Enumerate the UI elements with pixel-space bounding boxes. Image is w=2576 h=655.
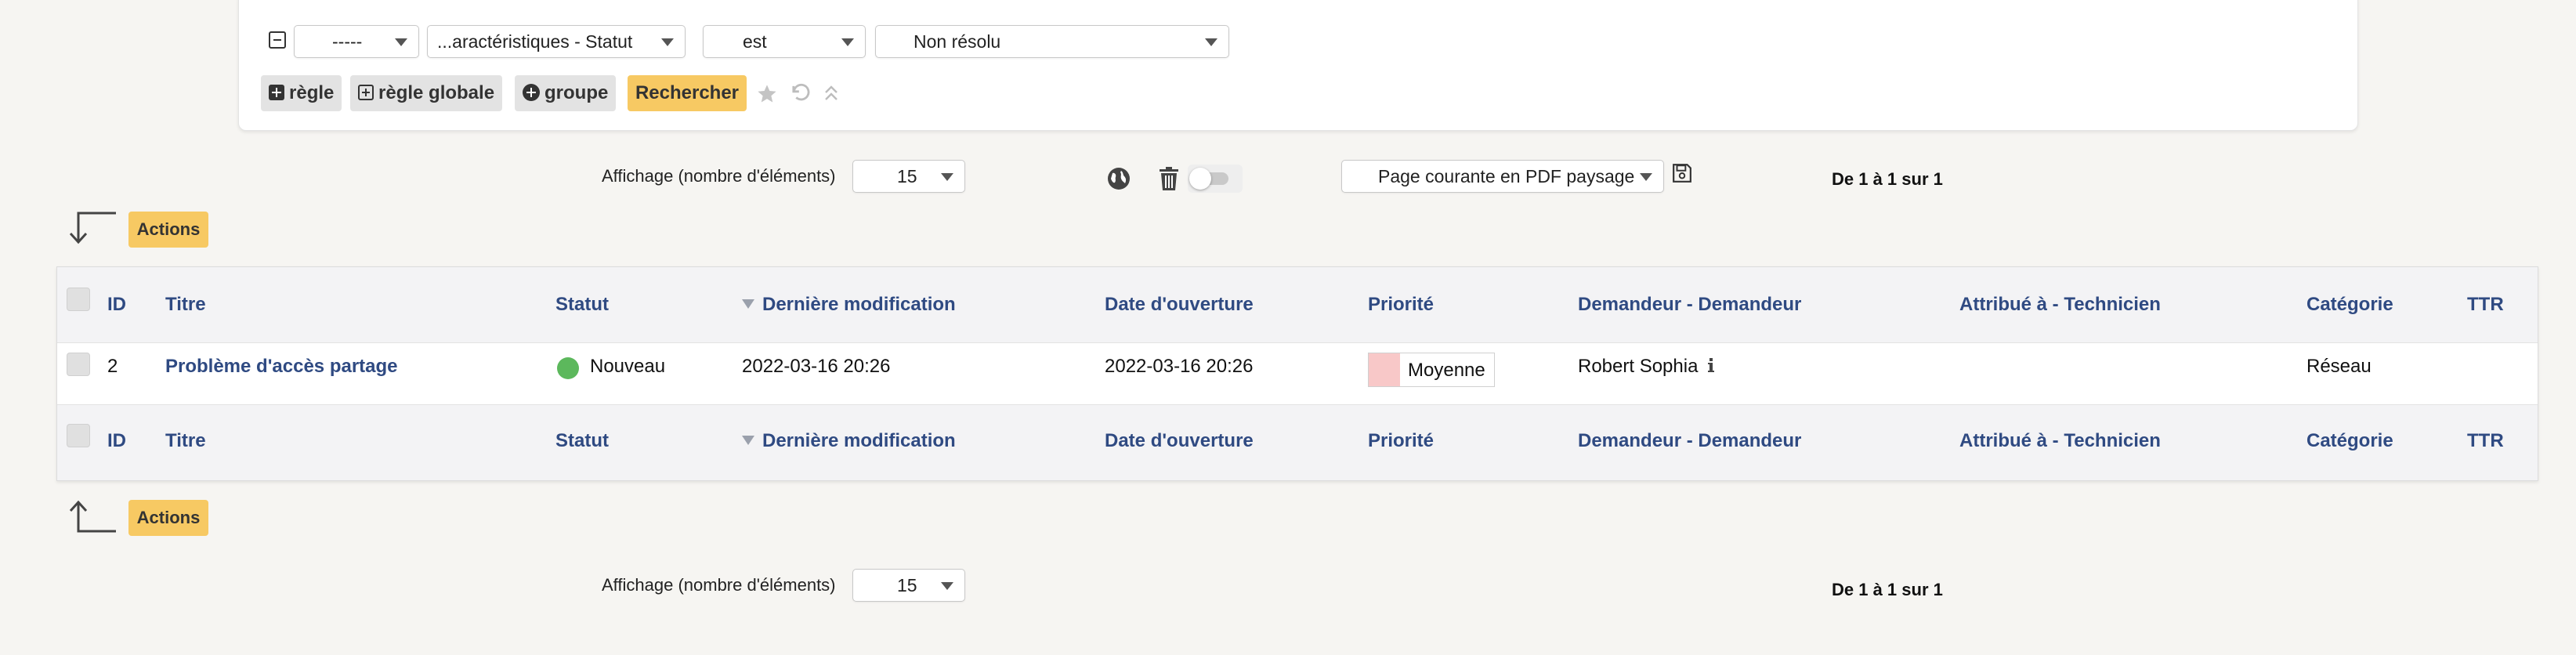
chevron-down-icon (661, 38, 674, 46)
column-footer-opened[interactable]: Date d'ouverture (1105, 430, 1254, 452)
display-count-label-bottom: Affichage (nombre d'éléments) (602, 575, 836, 595)
display-count-value: 15 (897, 166, 917, 186)
table-row: 2 Problème d'accès partage Nouveau 2022-… (57, 342, 2538, 405)
column-header-id[interactable]: ID (107, 294, 126, 316)
display-count-select[interactable]: 15 (852, 160, 965, 193)
cell-last-modified: 2022-03-16 20:26 (742, 356, 891, 377)
remove-criteria-icon[interactable] (269, 31, 286, 49)
criteria-field-value: ...aractéristiques - Statut (437, 31, 633, 52)
status-new-icon (557, 357, 579, 379)
search-criteria-panel: ----- ...aractéristiques - Statut est No… (238, 0, 2358, 131)
priority-color-swatch (1369, 353, 1400, 386)
column-header-ttr[interactable]: TTR (2467, 294, 2504, 316)
actions-button-top[interactable]: Actions (128, 212, 208, 248)
select-all-checkbox-footer[interactable] (67, 424, 90, 447)
column-header-last-modified[interactable]: Dernière modification (742, 294, 956, 316)
column-header-last-modified-label: Dernière modification (762, 294, 956, 315)
undo-icon[interactable] (789, 81, 811, 103)
save-export-icon[interactable] (1672, 163, 1692, 183)
column-footer-priority[interactable]: Priorité (1368, 430, 1434, 452)
requester-name: Robert Sophia (1578, 356, 1699, 377)
column-footer-last-modified-label: Dernière modification (762, 430, 956, 451)
trash-icon[interactable] (1158, 166, 1180, 191)
chevron-down-icon (395, 38, 407, 46)
cell-category: Réseau (2306, 356, 2372, 377)
column-header-opened[interactable]: Date d'ouverture (1105, 294, 1254, 316)
criteria-operator-select[interactable]: est (703, 25, 866, 58)
display-count-value-bottom: 15 (897, 575, 917, 595)
tickets-table: ID Titre Statut Dernière modification Da… (56, 266, 2538, 481)
criteria-link-select[interactable]: ----- (294, 25, 419, 58)
select-all-checkbox[interactable] (67, 288, 90, 311)
add-rule-button[interactable]: règle (261, 75, 342, 111)
ticket-title-link[interactable]: Problème d'accès partage (165, 356, 398, 378)
column-header-technician[interactable]: Attribué à - Technicien (1959, 294, 2161, 316)
column-footer-title[interactable]: Titre (165, 430, 206, 452)
column-footer-last-modified[interactable]: Dernière modification (742, 430, 956, 452)
criteria-value-select[interactable]: Non résolu (875, 25, 1229, 58)
display-count-label: Affichage (nombre d'éléments) (602, 166, 836, 186)
chevron-down-icon (1205, 38, 1217, 46)
criteria-operator-value: est (743, 31, 767, 52)
chevron-down-icon (1640, 173, 1652, 181)
pagination-range-top: De 1 à 1 sur 1 (1832, 169, 1943, 189)
plus-circle-icon (523, 84, 540, 101)
actions-button-bottom[interactable]: Actions (128, 500, 208, 536)
chevron-down-icon (941, 173, 953, 181)
add-global-rule-label: règle globale (378, 82, 495, 103)
criteria-field-select[interactable]: ...aractéristiques - Statut (427, 25, 686, 58)
star-icon[interactable] (756, 83, 778, 105)
plus-square-icon (269, 85, 284, 100)
export-format-select[interactable]: Page courante en PDF paysage (1341, 160, 1664, 193)
cell-status: Nouveau (590, 356, 666, 377)
display-count-select-bottom[interactable]: 15 (852, 569, 965, 602)
column-header-category[interactable]: Catégorie (2306, 294, 2393, 316)
add-group-label: groupe (545, 82, 609, 103)
add-global-rule-button[interactable]: règle globale (350, 75, 503, 111)
column-header-requester[interactable]: Demandeur - Demandeur (1578, 294, 1801, 316)
arrow-up-left-icon (69, 500, 116, 533)
add-rule-label: règle (289, 82, 335, 103)
cell-opened: 2022-03-16 20:26 (1105, 356, 1254, 377)
column-header-status[interactable]: Statut (555, 294, 609, 316)
add-group-button[interactable]: groupe (515, 75, 617, 111)
column-footer-category[interactable]: Catégorie (2306, 430, 2393, 452)
row-checkbox[interactable] (67, 353, 90, 376)
column-footer-status[interactable]: Statut (555, 430, 609, 452)
info-icon[interactable] (1706, 356, 1716, 375)
column-footer-ttr[interactable]: TTR (2467, 430, 2504, 452)
globe-icon[interactable] (1106, 166, 1131, 191)
column-header-title[interactable]: Titre (165, 294, 206, 316)
sort-desc-icon (742, 299, 754, 309)
criteria-link-value: ----- (332, 31, 363, 52)
search-button[interactable]: Rechercher (628, 75, 747, 111)
cell-id: 2 (107, 356, 118, 377)
cell-requester[interactable]: Robert Sophia (1578, 356, 1716, 378)
arrow-down-left-icon (69, 212, 116, 244)
sort-desc-icon (742, 436, 754, 445)
collapse-icon[interactable] (822, 83, 841, 103)
column-footer-requester[interactable]: Demandeur - Demandeur (1578, 430, 1801, 452)
chevron-down-icon (941, 582, 953, 590)
column-header-priority[interactable]: Priorité (1368, 294, 1434, 316)
column-footer-technician[interactable]: Attribué à - Technicien (1959, 430, 2161, 452)
cell-priority: Moyenne (1408, 360, 1485, 381)
export-format-value: Page courante en PDF paysage (1378, 166, 1635, 186)
toggle-knob (1189, 168, 1211, 190)
chevron-down-icon (841, 38, 854, 46)
criteria-value-value: Non résolu (914, 31, 1001, 52)
pagination-range-bottom: De 1 à 1 sur 1 (1832, 580, 1943, 599)
plus-square-outline-icon (358, 85, 374, 100)
column-footer-id[interactable]: ID (107, 430, 126, 452)
priority-badge: Moyenne (1368, 353, 1495, 387)
